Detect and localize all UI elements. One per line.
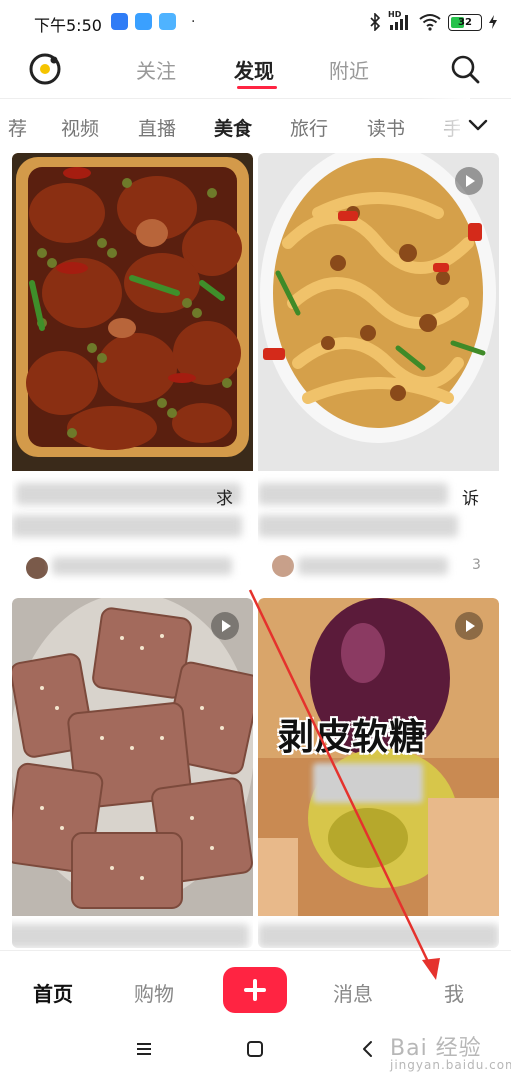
feed-card-1[interactable]: 求	[12, 153, 253, 583]
gallery-notification-icon	[159, 13, 176, 30]
feed-card-2[interactable]: 诉 3	[258, 153, 499, 583]
notification-dot: ·	[191, 14, 196, 30]
blurred-subtitle	[12, 515, 242, 537]
app-notification-icon	[135, 13, 152, 30]
blurred-title	[258, 483, 448, 505]
active-tab-indicator	[237, 86, 277, 89]
blurred-subtitle	[258, 515, 458, 537]
card-title: 求	[216, 489, 233, 509]
card-image-ribs	[12, 153, 253, 471]
like-count: 3	[472, 557, 481, 573]
chevron-down-icon[interactable]	[460, 108, 496, 142]
battery-level: 32	[458, 16, 472, 28]
blurred-title	[12, 924, 249, 948]
menu-icon[interactable]	[131, 1036, 157, 1062]
search-icon[interactable]	[448, 52, 482, 86]
avatar[interactable]	[272, 555, 294, 577]
signal-icon: HD	[388, 10, 412, 31]
video-overlay-title: 剥皮软糖	[278, 717, 427, 758]
tab-me[interactable]: 我	[444, 978, 464, 1007]
watermark-subtext: jingyan.baidu.com	[390, 1058, 511, 1072]
status-time: 下午5:50	[34, 16, 102, 35]
blurred-title	[258, 924, 499, 948]
card-title: 诉	[462, 489, 479, 509]
category-item-live[interactable]: 直播	[138, 114, 176, 141]
tab-shopping[interactable]: 购物	[134, 978, 174, 1007]
add-post-button[interactable]	[223, 967, 287, 1013]
video-play-icon	[455, 612, 483, 640]
blurred-overlay-text	[313, 763, 423, 803]
tab-home[interactable]: 首页	[33, 978, 73, 1007]
back-icon[interactable]	[355, 1036, 381, 1062]
category-item-video[interactable]: 视频	[61, 114, 99, 141]
category-bar: 荐 视频 直播 美食 旅行 读书 手	[0, 98, 511, 152]
card-image-noodles	[258, 153, 499, 471]
home-icon[interactable]	[242, 1036, 268, 1062]
category-item-food[interactable]: 美食	[214, 114, 252, 141]
top-nav: 关注 发现 附近	[0, 44, 511, 99]
feed-card-3[interactable]	[12, 598, 253, 948]
blurred-title	[16, 483, 241, 505]
category-item-travel[interactable]: 旅行	[290, 114, 328, 141]
charging-icon	[489, 15, 497, 29]
tab-nearby[interactable]: 附近	[329, 55, 369, 84]
tab-messages[interactable]: 消息	[333, 978, 373, 1007]
bluetooth-icon	[370, 13, 381, 31]
blurred-author	[52, 557, 232, 575]
avatar[interactable]	[26, 557, 48, 579]
card-image-beef	[12, 598, 253, 916]
feed-card-4[interactable]: 剥皮软糖	[258, 598, 499, 948]
status-bar: 下午5:50 · HD 32	[0, 0, 511, 44]
status-icons: HD 32	[369, 10, 497, 34]
video-play-icon	[211, 612, 239, 640]
logo-icon[interactable]	[28, 52, 62, 86]
wifi-icon	[419, 14, 441, 31]
bluetooth-app-icon	[111, 13, 128, 30]
battery-icon: 32	[448, 13, 482, 31]
video-play-icon	[455, 167, 483, 195]
blurred-author	[298, 557, 448, 575]
tab-discover[interactable]: 发现	[234, 55, 274, 84]
tab-following[interactable]: 关注	[136, 55, 176, 84]
category-item-recommend[interactable]: 荐	[8, 114, 27, 141]
category-item-reading[interactable]: 读书	[367, 114, 405, 141]
watermark: Bai 经验 jingyan.baidu.com	[390, 1030, 511, 1072]
